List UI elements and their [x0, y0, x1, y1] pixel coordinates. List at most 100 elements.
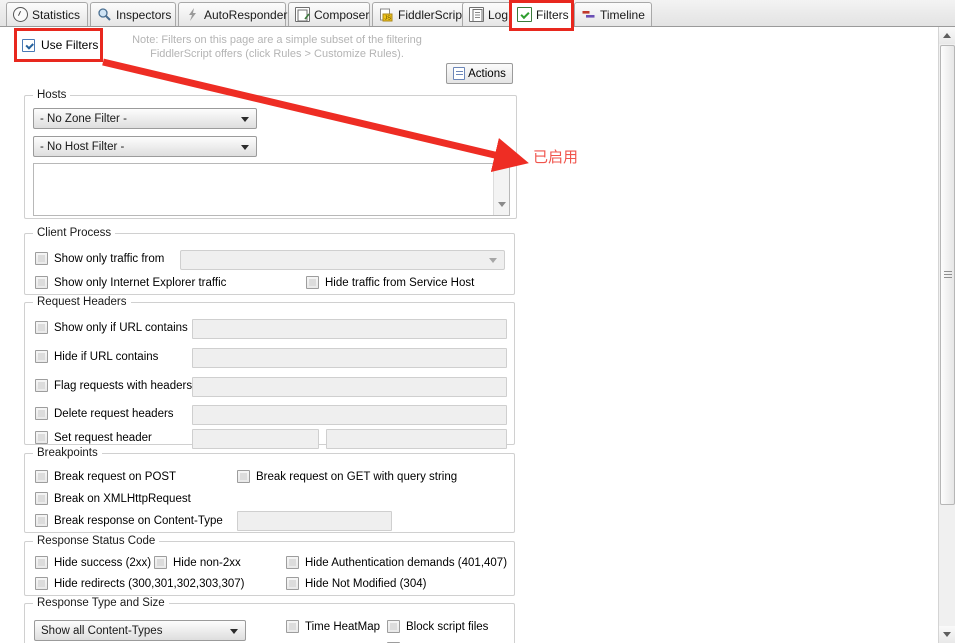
show-only-url-contains-row[interactable]: Show only if URL contains — [35, 321, 188, 334]
tab-fiddlerscript[interactable]: JS FiddlerScript — [372, 2, 470, 26]
break-response-content-type-input[interactable] — [237, 511, 392, 531]
zone-filter-combo[interactable]: - No Zone Filter - — [33, 108, 257, 129]
hosts-textarea[interactable] — [33, 163, 510, 216]
client-process-legend: Client Process — [33, 227, 116, 239]
breakpoints-group: Breakpoints Break request on POST Break … — [24, 447, 515, 533]
hide-success-row[interactable]: Hide success (2xx) — [35, 556, 151, 569]
hide-redirects-checkbox[interactable] — [35, 577, 48, 590]
timeline-icon — [581, 7, 596, 22]
flag-requests-with-headers-row[interactable]: Flag requests with headers — [35, 379, 192, 392]
chevron-down-icon — [241, 144, 249, 150]
break-on-xhr-checkbox[interactable] — [35, 492, 48, 505]
break-request-on-get-checkbox[interactable] — [237, 470, 250, 483]
flag-requests-with-headers-checkbox[interactable] — [35, 379, 48, 392]
compose-document-icon — [295, 7, 310, 22]
tab-composer[interactable]: Composer — [288, 2, 370, 26]
break-response-on-content-type-row[interactable]: Break response on Content-Type — [35, 514, 223, 527]
tab-statistics[interactable]: Statistics — [6, 2, 88, 26]
block-script-files-row[interactable]: Block script files — [387, 620, 488, 633]
break-request-on-get-row[interactable]: Break request on GET with query string — [237, 470, 457, 483]
hide-success-checkbox[interactable] — [35, 556, 48, 569]
set-request-header-value-input[interactable] — [326, 429, 507, 449]
hide-if-url-contains-row[interactable]: Hide if URL contains — [35, 350, 158, 363]
scrollbar-thumb[interactable] — [940, 45, 955, 505]
hide-not-modified-checkbox[interactable] — [286, 577, 299, 590]
block-script-files-checkbox[interactable] — [387, 620, 400, 633]
hide-redirects-row[interactable]: Hide redirects (300,301,302,303,307) — [35, 577, 245, 590]
breakpoints-legend: Breakpoints — [33, 447, 102, 459]
hide-success-label: Hide success (2xx) — [54, 556, 152, 569]
tab-label: Statistics — [32, 7, 81, 22]
request-headers-group: Request Headers Show only if URL contain… — [24, 296, 515, 449]
hide-not-modified-row[interactable]: Hide Not Modified (304) — [286, 577, 426, 590]
hide-if-url-contains-input[interactable] — [192, 348, 507, 368]
magnifier-icon — [97, 7, 112, 22]
note-line-1: Note: Filters on this page are a simple … — [132, 34, 422, 46]
show-only-url-contains-input[interactable] — [192, 319, 507, 339]
tab-filters[interactable]: Filters — [510, 1, 572, 27]
request-headers-legend: Request Headers — [33, 296, 131, 308]
show-only-url-contains-checkbox[interactable] — [35, 321, 48, 334]
response-type-and-size-legend: Response Type and Size — [33, 597, 169, 609]
time-heatmap-checkbox[interactable] — [286, 620, 299, 633]
filters-page: Use Filters Note: Filters on this page a… — [0, 27, 940, 643]
time-heatmap-row[interactable]: Time HeatMap — [286, 620, 380, 633]
tab-inspectors[interactable]: Inspectors — [90, 2, 176, 26]
show-only-ie-traffic-checkbox[interactable] — [35, 276, 48, 289]
hide-service-host-row[interactable]: Hide traffic from Service Host — [306, 276, 474, 289]
break-request-on-post-row[interactable]: Break request on POST — [35, 470, 176, 483]
break-on-xhr-row[interactable]: Break on XMLHttpRequest — [35, 492, 191, 505]
use-filters-row[interactable]: Use Filters — [22, 38, 98, 52]
host-filter-value: - No Host Filter - — [40, 140, 125, 153]
green-check-icon — [517, 7, 532, 22]
show-only-ie-traffic-row[interactable]: Show only Internet Explorer traffic — [35, 276, 226, 289]
tab-log[interactable]: Log — [462, 2, 512, 26]
set-request-header-checkbox[interactable] — [35, 431, 48, 444]
delete-request-headers-row[interactable]: Delete request headers — [35, 407, 174, 420]
hide-not-modified-label: Hide Not Modified (304) — [305, 577, 427, 590]
clock-icon — [13, 7, 28, 22]
scroll-up-button[interactable] — [939, 27, 955, 44]
flag-requests-with-headers-label: Flag requests with headers — [54, 379, 193, 392]
flag-requests-with-headers-input[interactable] — [192, 377, 507, 397]
hosts-textarea-scrollbar[interactable] — [493, 164, 509, 215]
delete-request-headers-checkbox[interactable] — [35, 407, 48, 420]
tab-timeline[interactable]: Timeline — [574, 2, 652, 26]
zone-filter-value: - No Zone Filter - — [40, 112, 127, 125]
show-only-url-contains-label: Show only if URL contains — [54, 321, 188, 334]
use-filters-checkbox[interactable] — [22, 38, 35, 52]
break-response-on-content-type-checkbox[interactable] — [35, 514, 48, 527]
hide-if-url-contains-checkbox[interactable] — [35, 350, 48, 363]
hide-redirects-label: Hide redirects (300,301,302,303,307) — [54, 577, 245, 590]
tab-label: Composer — [314, 7, 370, 22]
chevron-down-icon — [489, 258, 497, 263]
hide-service-host-checkbox[interactable] — [306, 276, 319, 289]
tab-autoresponder[interactable]: AutoResponder — [178, 2, 287, 26]
break-request-on-post-checkbox[interactable] — [35, 470, 48, 483]
set-request-header-name-input[interactable] — [192, 429, 319, 449]
page-scrollbar[interactable] — [938, 27, 955, 643]
hide-non-2xx-row[interactable]: Hide non-2xx — [154, 556, 241, 569]
show-only-traffic-from-row[interactable]: Show only traffic from — [35, 252, 164, 265]
host-filter-combo[interactable]: - No Host Filter - — [33, 136, 257, 157]
hide-service-host-label: Hide traffic from Service Host — [325, 276, 475, 289]
lightning-bolt-icon — [185, 7, 200, 22]
svg-text:JS: JS — [385, 16, 392, 22]
hide-auth-demands-checkbox[interactable] — [286, 556, 299, 569]
delete-request-headers-label: Delete request headers — [54, 407, 174, 420]
client-process-combo[interactable] — [180, 250, 505, 270]
time-heatmap-label: Time HeatMap — [305, 620, 380, 633]
actions-icon — [453, 67, 466, 80]
actions-button[interactable]: Actions — [446, 63, 513, 84]
delete-request-headers-input[interactable] — [192, 405, 507, 425]
scroll-down-button[interactable] — [939, 626, 955, 643]
show-only-traffic-from-checkbox[interactable] — [35, 252, 48, 265]
hide-non-2xx-checkbox[interactable] — [154, 556, 167, 569]
hide-auth-demands-row[interactable]: Hide Authentication demands (401,407) — [286, 556, 507, 569]
fiddler-filters-window: Statistics Inspectors AutoResponder Comp… — [0, 0, 955, 643]
set-request-header-row[interactable]: Set request header — [35, 431, 152, 444]
chevron-down-icon[interactable] — [498, 202, 506, 207]
tab-label: Filters — [536, 7, 569, 22]
response-status-code-group: Response Status Code Hide success (2xx) … — [24, 535, 515, 596]
content-types-combo[interactable]: Show all Content-Types — [34, 620, 246, 641]
